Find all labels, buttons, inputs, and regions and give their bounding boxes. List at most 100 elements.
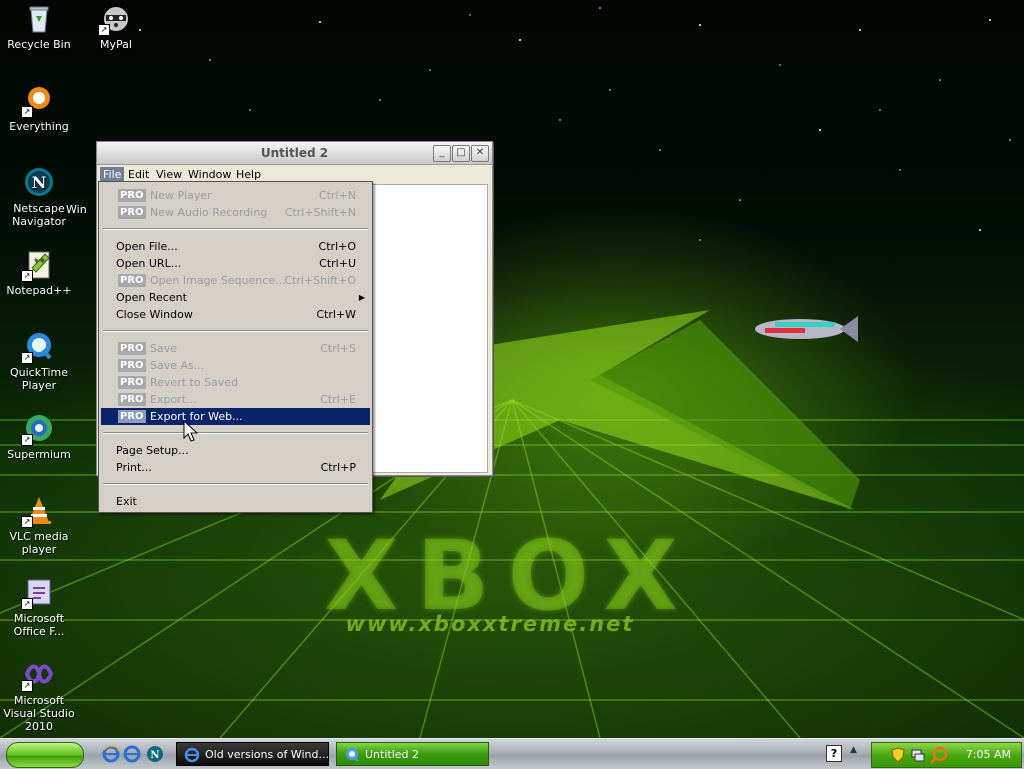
pro-badge: PRO	[118, 342, 146, 355]
internet-explorer-icon[interactable]	[123, 745, 141, 763]
pro-badge: PRO	[118, 359, 146, 372]
internet-explorer-icon[interactable]	[102, 745, 120, 763]
supermium-icon: ↗	[21, 412, 55, 446]
menu-item-open-url[interactable]: Open URL... Ctrl+U	[101, 255, 370, 272]
clock[interactable]: 7:05 AM	[966, 743, 1011, 767]
menu-item-save: PRO Save Ctrl+S	[101, 340, 370, 357]
menu-item-open-image-sequence: PRO Open Image Sequence... Ctrl+Shift+O	[101, 272, 370, 289]
menu-item-label: Open File...	[116, 240, 178, 253]
menu-item-label: Close Window	[116, 308, 193, 321]
notepadpp-icon: ++ ↗	[21, 248, 55, 282]
desktop-icon-label: Microsoft Visual Studio 2010	[3, 694, 75, 733]
menu-item-label: Revert to Saved	[150, 376, 239, 389]
mouse-cursor-icon	[183, 420, 199, 442]
taskbar-button-browser[interactable]: Old versions of Wind...	[176, 742, 329, 766]
quicktime-icon: ↗	[21, 330, 55, 364]
pro-badge: PRO	[118, 410, 146, 423]
menu-item-shortcut: Ctrl+Shift+O	[284, 274, 356, 287]
svg-text:N: N	[32, 173, 47, 192]
desktop-icon-label: Supermium	[7, 448, 71, 461]
desktop-icon-recycle-bin[interactable]: Recycle Bin	[0, 2, 78, 51]
maximize-button[interactable]: □	[452, 145, 470, 162]
minimize-button[interactable]: _	[433, 145, 451, 162]
menu-separator	[103, 228, 368, 230]
everything-search-icon: ↗	[21, 84, 55, 118]
desktop-icon-label: Win	[66, 203, 87, 216]
menu-item-shortcut: Ctrl+E	[320, 393, 356, 406]
menu-item-shortcut: Ctrl+U	[319, 257, 356, 270]
everything-search-icon[interactable]	[930, 746, 948, 764]
desktop-icon-label: MyPal	[100, 38, 132, 51]
desktop-icon-vlc[interactable]: ↗ VLC media player	[0, 494, 78, 556]
menu-item-close-window[interactable]: Close Window Ctrl+W	[101, 306, 370, 323]
vlc-cone-icon: ↗	[21, 494, 55, 528]
pro-badge: PRO	[118, 274, 146, 287]
submenu-arrow-icon: ▶	[358, 293, 365, 302]
fish-image	[755, 316, 858, 342]
taskbar-button-label: Untitled 2	[365, 748, 420, 761]
desktop-icon-label: VLC media player	[9, 530, 69, 556]
menu-item-page-setup[interactable]: Page Setup...	[101, 442, 370, 459]
svg-text:N: N	[150, 750, 159, 761]
menu-item-label: Exit	[116, 495, 137, 508]
pro-badge: PRO	[118, 206, 146, 219]
desktop-icon-netscape[interactable]: N Netscape Navigator	[0, 166, 78, 228]
network-icon[interactable]	[910, 747, 926, 763]
security-shield-icon[interactable]	[890, 747, 906, 763]
netscape-icon[interactable]: N	[146, 745, 164, 763]
file-menu-dropdown: PRO New Player Ctrl+N PRO New Audio Reco…	[98, 181, 373, 513]
desktop-icon-office[interactable]: ↗ Microsoft Office F...	[0, 576, 78, 638]
help-icon[interactable]: ?	[826, 745, 842, 762]
desktop-icon-supermium[interactable]: ↗ Supermium	[0, 412, 78, 461]
menu-item-label: Open Recent	[116, 291, 187, 304]
menu-item-shortcut: Ctrl+O	[318, 240, 356, 253]
netscape-icon: N	[23, 166, 55, 198]
desktop-icon-label: Everything	[9, 120, 69, 133]
menu-item-shortcut: Ctrl+W	[316, 308, 356, 321]
internet-explorer-icon	[184, 747, 200, 763]
pro-badge: PRO	[118, 376, 146, 389]
menu-item-exit[interactable]: Exit	[101, 493, 370, 510]
desktop-icon-quicktime[interactable]: ↗ QuickTime Player	[0, 330, 78, 392]
recycle-bin-icon	[23, 2, 55, 34]
system-tray: 7:05 AM	[871, 742, 1022, 768]
taskbar-button-quicktime[interactable]: Untitled 2	[336, 742, 489, 766]
menu-item-export: PRO Export... Ctrl+E	[101, 391, 370, 408]
menu-item-label: New Audio Recording	[150, 206, 268, 219]
office-icon: ↗	[21, 576, 55, 610]
close-button[interactable]: ✕	[471, 145, 489, 162]
desktop-icon-label: Notepad++	[6, 284, 72, 297]
taskbar: N Old versions of Wind... Untitled 2 ? ▲…	[0, 738, 1024, 769]
menu-item-label: Print...	[116, 461, 152, 474]
menu-separator	[103, 432, 368, 434]
menu-item-label: Open Image Sequence...	[150, 274, 286, 287]
menu-item-open-recent[interactable]: Open Recent ▶	[101, 289, 370, 306]
menu-item-label: Export...	[150, 393, 197, 406]
menu-item-shortcut: Ctrl+N	[318, 189, 356, 202]
menu-item-print[interactable]: Print... Ctrl+P	[101, 459, 370, 476]
menu-item-shortcut: Ctrl+S	[320, 342, 356, 355]
menu-item-shortcut: Ctrl+Shift+N	[284, 206, 356, 219]
start-button[interactable]	[6, 742, 84, 768]
desktop-icon-everything[interactable]: ↗ Everything	[0, 84, 78, 133]
desktop-icon-label: Recycle Bin	[7, 38, 71, 51]
window-titlebar[interactable]: Untitled 2 _ □ ✕	[97, 142, 492, 165]
menu-item-revert-to-saved: PRO Revert to Saved	[101, 374, 370, 391]
desktop-icon-notepadpp[interactable]: ++ ↗ Notepad++	[0, 248, 78, 297]
menu-item-open-file[interactable]: Open File... Ctrl+O	[101, 238, 370, 255]
desktop-icon-win-partial[interactable]: Win	[66, 203, 96, 216]
desktop-icon-label: Microsoft Office F...	[13, 612, 65, 638]
menu-separator	[103, 330, 368, 332]
menu-item-label: Save As...	[150, 359, 205, 372]
desktop-icon-visual-studio[interactable]: ↗ Microsoft Visual Studio 2010	[0, 658, 78, 733]
menu-item-export-for-web[interactable]: PRO Export for Web...	[101, 408, 370, 425]
desktop-icon-label: QuickTime Player	[9, 366, 69, 392]
wallpaper-url: www.xboxxtreme.net	[345, 612, 635, 636]
visual-studio-icon: ↗	[21, 658, 55, 692]
pro-badge: PRO	[118, 189, 146, 202]
menu-item-label: Open URL...	[116, 257, 182, 270]
menu-item-label: Page Setup...	[116, 444, 189, 457]
desktop-icon-mypal[interactable]: ↗ MyPal	[77, 2, 155, 51]
menu-item-label: Save	[150, 342, 178, 355]
tray-expand-icon[interactable]: ▲	[850, 745, 857, 755]
